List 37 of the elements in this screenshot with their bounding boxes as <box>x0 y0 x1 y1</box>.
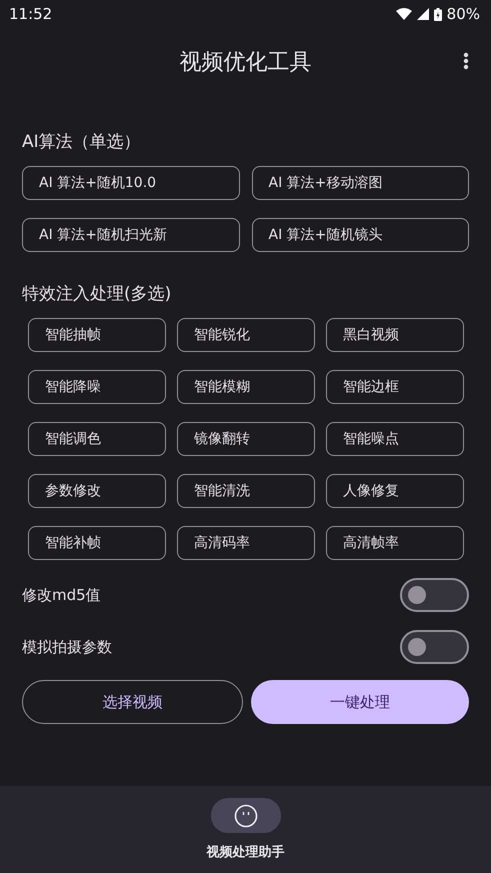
status-time: 11:52 <box>9 5 52 23</box>
app-title: 视频优化工具 <box>180 48 312 76</box>
algorithm-option[interactable]: AI 算法+随机镜头 <box>252 218 469 252</box>
effect-option[interactable]: 智能锐化 <box>177 318 315 352</box>
battery-level: 80% <box>446 5 480 23</box>
smiley-icon <box>234 804 258 828</box>
effect-option[interactable]: 智能噪点 <box>326 422 464 456</box>
setting-label: 模拟拍摄参数 <box>22 638 112 656</box>
effect-option[interactable]: 高清帧率 <box>326 526 464 560</box>
effect-option[interactable]: 智能降噪 <box>28 370 166 404</box>
effect-option[interactable]: 人像修复 <box>326 474 464 508</box>
effect-option[interactable]: 镜像翻转 <box>177 422 315 456</box>
toggle-switch[interactable] <box>400 630 469 664</box>
toggle-switch[interactable] <box>400 578 469 612</box>
algorithm-option[interactable]: AI 算法+随机10.0 <box>22 166 240 200</box>
effect-option[interactable]: 智能调色 <box>28 422 166 456</box>
process-button[interactable]: 一键处理 <box>250 680 469 724</box>
nav-label[interactable]: 视频处理助手 <box>206 843 284 861</box>
effect-option[interactable]: 智能补帧 <box>28 526 166 560</box>
effect-option[interactable]: 智能清洗 <box>177 474 315 508</box>
effect-option[interactable]: 智能边框 <box>326 370 464 404</box>
select-video-button[interactable]: 选择视频 <box>22 680 242 724</box>
nav-item-indicator[interactable] <box>210 798 280 833</box>
effect-option[interactable]: 智能抽帧 <box>28 318 166 352</box>
algorithm-option[interactable]: AI 算法+随机扫光新 <box>22 218 240 252</box>
algorithm-option[interactable]: AI 算法+移动溶图 <box>252 166 469 200</box>
effect-option[interactable]: 高清码率 <box>177 526 315 560</box>
effect-option[interactable]: 参数修改 <box>28 474 166 508</box>
setting-label: 修改md5值 <box>22 586 101 604</box>
effect-option[interactable]: 智能模糊 <box>177 370 315 404</box>
section-title: AI算法（单选） <box>22 131 142 154</box>
signal-icon <box>416 8 429 20</box>
effect-option[interactable]: 黑白视频 <box>326 318 464 352</box>
more-icon[interactable] <box>463 52 469 70</box>
section-title: 特效注入处理(多选) <box>22 283 172 306</box>
wifi-icon <box>396 8 412 20</box>
battery-icon <box>434 8 442 20</box>
